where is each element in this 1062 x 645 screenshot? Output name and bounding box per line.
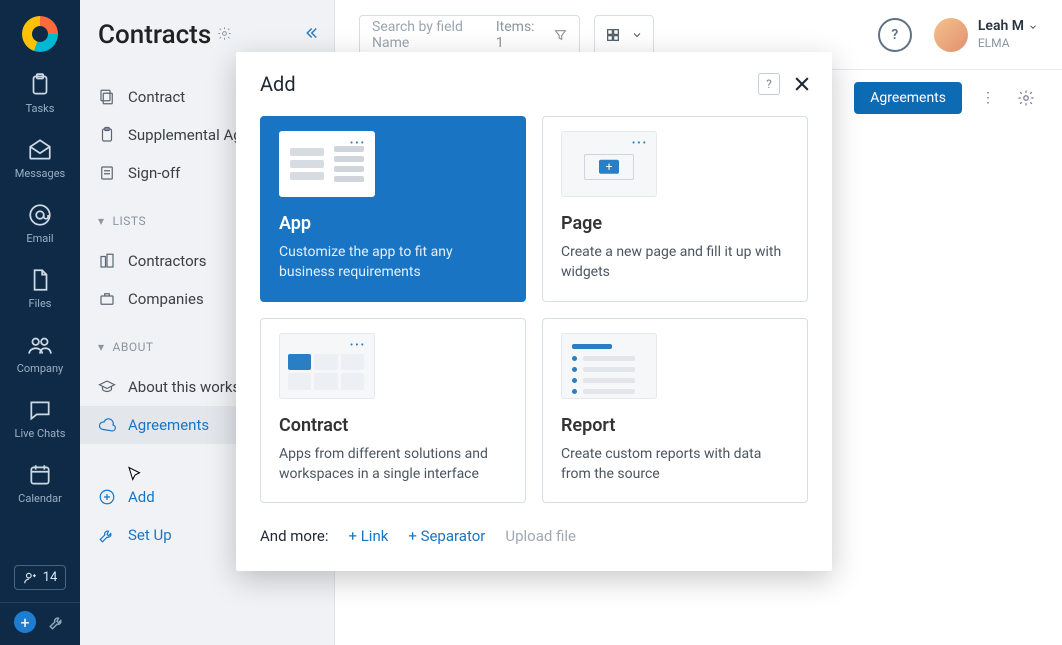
filter-icon[interactable] (553, 27, 568, 43)
rail-tasks[interactable]: Tasks (26, 72, 55, 115)
mouse-cursor-icon (126, 466, 144, 488)
card-title: App (279, 213, 507, 234)
card-app[interactable]: ••• App Customize the app to fit any bus… (260, 116, 526, 302)
workspace-title: Contracts (98, 20, 211, 50)
app-logo (22, 16, 58, 52)
card-desc: Apps from different solutions and worksp… (279, 444, 507, 485)
nav-label: Set Up (128, 526, 172, 544)
document-icon (27, 267, 53, 293)
nav-section-label: ABOUT (113, 340, 154, 354)
rail-calendar[interactable]: Calendar (18, 462, 62, 505)
help-button[interactable]: ? (878, 18, 912, 52)
people-icon (27, 332, 53, 358)
modal-title: Add (260, 72, 296, 96)
icon-rail: Tasks Messages Email Files Company Live … (0, 0, 80, 645)
nav-label: Add (128, 488, 155, 506)
grid-icon (605, 27, 621, 43)
card-page[interactable]: ••• Page Create a new page and fill it u… (542, 116, 808, 302)
nav-label: Contractors (128, 252, 206, 270)
rail-label: Tasks (26, 102, 55, 115)
rail-live-chats[interactable]: Live Chats (15, 397, 66, 440)
chevron-down-icon (1028, 22, 1038, 32)
card-contract[interactable]: ••• Contract Apps from different solutio… (260, 318, 526, 504)
rail-label: Email (26, 232, 53, 245)
nav-label: Companies (128, 290, 204, 308)
person-plus-icon (23, 571, 37, 585)
chat-icon (27, 397, 53, 423)
card-desc: Customize the app to fit any business re… (279, 242, 507, 283)
add-link-button[interactable]: + Link (349, 527, 389, 545)
online-users-badge[interactable]: 14 (14, 565, 67, 590)
view-settings-icon[interactable] (1014, 89, 1038, 107)
rail-add-button[interactable]: + (14, 611, 36, 633)
envelope-open-icon (27, 137, 53, 163)
badge-count: 14 (43, 570, 58, 585)
card-title: Page (561, 213, 789, 234)
cloud-icon (98, 416, 116, 434)
rail-files[interactable]: Files (27, 267, 53, 310)
modal-header: Add ? (236, 52, 832, 112)
rail-messages[interactable]: Messages (15, 137, 65, 180)
upload-file-button[interactable]: Upload file (505, 527, 576, 545)
rail-label: Company (17, 362, 64, 375)
add-separator-button[interactable]: + Separator (408, 527, 485, 545)
user-name: Leah M (978, 18, 1024, 36)
card-title: Contract (279, 415, 507, 436)
user-menu[interactable]: Leah M ELMA (934, 18, 1038, 52)
chevron-down-icon: ▾ (98, 340, 105, 354)
plus-circle-icon (98, 488, 116, 506)
chevron-down-icon: ▾ (98, 214, 105, 228)
calendar-icon (27, 462, 53, 488)
more-menu[interactable]: ⋮ (976, 90, 1000, 106)
close-icon[interactable] (792, 74, 812, 94)
page-thumbnail-icon: ••• (561, 131, 657, 197)
building-icon (98, 252, 116, 270)
rail-label: Calendar (18, 492, 62, 505)
layout-switch[interactable] (594, 15, 654, 55)
tab-agreements[interactable]: Agreements (854, 82, 962, 114)
report-thumbnail-icon (561, 333, 657, 399)
footer-label: And more: (260, 527, 329, 545)
card-title: Report (561, 415, 789, 436)
nav-label: About this worksp (128, 378, 249, 396)
modal-cards: ••• App Customize the app to fit any bus… (236, 112, 832, 503)
nav-label: Sign-off (128, 164, 180, 182)
wrench-icon[interactable] (48, 613, 66, 631)
rail-label: Messages (15, 167, 65, 180)
search-placeholder: Search by field Name (372, 19, 496, 51)
wrench-icon (98, 526, 116, 544)
add-modal: Add ? ••• App Customize the app to fit a… (236, 52, 832, 571)
nav-label: Agreements (128, 416, 209, 434)
nav-section-label: LISTS (113, 214, 147, 228)
at-icon (27, 202, 53, 228)
app-thumbnail-icon: ••• (279, 131, 375, 197)
nav-label: Contract (128, 88, 185, 106)
contract-thumbnail-icon: ••• (279, 333, 375, 399)
workspace-settings-icon[interactable] (217, 26, 232, 45)
rail-label: Files (29, 297, 52, 310)
rail-email[interactable]: Email (26, 202, 53, 245)
search-field[interactable]: Search by field Name Items: 1 (359, 15, 580, 55)
grad-cap-icon (98, 378, 116, 396)
collapse-sidebar-button[interactable] (302, 24, 320, 46)
modal-help-button[interactable]: ? (758, 73, 780, 95)
avatar (934, 18, 968, 52)
rail-bottom: + (0, 602, 80, 645)
items-count: Items: 1 (496, 19, 543, 51)
briefcase-icon (98, 290, 116, 308)
card-desc: Create custom reports with data from the… (561, 444, 789, 485)
chevron-down-icon (631, 29, 643, 41)
rail-label: Live Chats (15, 427, 66, 440)
note-icon (98, 164, 116, 182)
clipboard-icon (27, 72, 53, 98)
user-org: ELMA (978, 36, 1038, 51)
modal-footer: And more: + Link + Separator Upload file (236, 503, 832, 571)
card-report[interactable]: Report Create custom reports with data f… (542, 318, 808, 504)
rail-company[interactable]: Company (17, 332, 64, 375)
clipboard-icon (98, 126, 116, 144)
copy-icon (98, 88, 116, 106)
card-desc: Create a new page and fill it up with wi… (561, 242, 789, 283)
